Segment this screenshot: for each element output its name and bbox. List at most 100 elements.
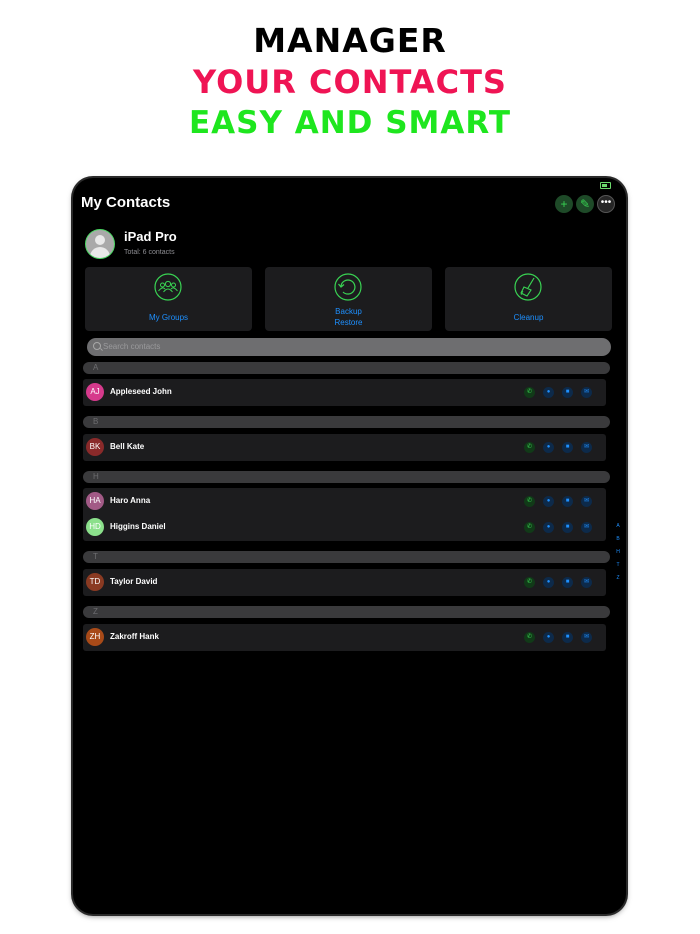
index-letter-h[interactable]: H [614, 549, 622, 562]
video-camera-icon: ■ [565, 444, 570, 450]
avatar: AJ [86, 383, 104, 401]
promo-line-2: YOUR CONTACTS [193, 63, 507, 101]
avatar: TD [86, 573, 104, 591]
section-header-h: H [83, 471, 610, 483]
contact-name: Bell Kate [110, 442, 145, 451]
contact-row[interactable]: TD Taylor David ✆ ● ■ ✉ [83, 569, 606, 595]
contact-row[interactable]: ZH Zakroff Hank ✆ ● ■ ✉ [83, 624, 606, 650]
email-button[interactable]: ✉ [581, 442, 592, 453]
call-button[interactable]: ✆ [524, 496, 535, 507]
call-button[interactable]: ✆ [524, 442, 535, 453]
my-groups-label: My Groups [148, 313, 189, 322]
call-button[interactable]: ✆ [524, 632, 535, 643]
email-button[interactable]: ✉ [581, 496, 592, 507]
backup-restore-button[interactable]: Backup Restore [265, 267, 432, 331]
call-button[interactable]: ✆ [524, 387, 535, 398]
index-letter-b[interactable]: B [614, 536, 622, 549]
contacts-total: Total: 6 contacts [124, 249, 175, 256]
promo-line-3: EASY AND SMART [189, 105, 511, 141]
add-contact-button[interactable]: + [555, 195, 573, 213]
video-call-button[interactable]: ■ [562, 522, 573, 533]
broom-icon [514, 273, 542, 301]
chat-bubble-icon: ● [546, 444, 551, 450]
video-camera-icon: ■ [565, 579, 570, 585]
email-button[interactable]: ✉ [581, 522, 592, 533]
avatar: BK [86, 438, 104, 456]
chat-bubble-icon: ● [546, 524, 551, 530]
pencil-icon: ✎ [579, 197, 591, 211]
video-camera-icon: ■ [565, 498, 570, 504]
envelope-icon: ✉ [583, 524, 590, 530]
section-z-contacts: ZH Zakroff Hank ✆ ● ■ ✉ [83, 624, 606, 651]
contact-row[interactable]: BK Bell Kate ✆ ● ■ ✉ [83, 434, 606, 460]
section-b-contacts: BK Bell Kate ✆ ● ■ ✉ [83, 434, 606, 461]
video-call-button[interactable]: ■ [562, 496, 573, 507]
promo-line-1: MANAGER [253, 21, 447, 60]
index-letter-z[interactable]: Z [614, 575, 622, 588]
app-screen: My Contacts + ✎ ••• iPad Pro Total: 6 co… [79, 178, 620, 914]
search-placeholder: Search contacts [103, 342, 161, 351]
chat-bubble-icon: ● [546, 634, 551, 640]
ipad-frame: My Contacts + ✎ ••• iPad Pro Total: 6 co… [73, 178, 626, 914]
envelope-icon: ✉ [583, 634, 590, 640]
phone-icon: ✆ [526, 498, 533, 504]
cleanup-label: Cleanup [513, 313, 544, 322]
owner-name: iPad Pro [124, 229, 177, 244]
phone-icon: ✆ [526, 444, 533, 450]
envelope-icon: ✉ [583, 579, 590, 585]
contact-row[interactable]: HA Haro Anna ✆ ● ■ ✉ [83, 488, 606, 514]
backup-restore-icon [334, 273, 362, 301]
chat-bubble-icon: ● [546, 389, 551, 395]
video-camera-icon: ■ [565, 634, 570, 640]
contact-row[interactable]: HD Higgins Daniel ✆ ● ■ ✉ [83, 514, 606, 540]
groups-icon [154, 273, 182, 301]
restore-label: Restore [334, 318, 363, 327]
video-call-button[interactable]: ■ [562, 632, 573, 643]
search-bar[interactable]: Search contacts [87, 338, 611, 356]
more-button[interactable]: ••• [597, 195, 615, 213]
call-button[interactable]: ✆ [524, 577, 535, 588]
email-button[interactable]: ✉ [581, 387, 592, 398]
phone-icon: ✆ [526, 524, 533, 530]
avatar: ZH [86, 628, 104, 646]
message-button[interactable]: ● [543, 442, 554, 453]
contact-name: Zakroff Hank [110, 632, 159, 641]
avatar: HD [86, 518, 104, 536]
message-button[interactable]: ● [543, 387, 554, 398]
envelope-icon: ✉ [583, 444, 590, 450]
chat-bubble-icon: ● [546, 498, 551, 504]
avatar: HA [86, 492, 104, 510]
ellipsis-icon: ••• [600, 197, 612, 208]
contact-name: Haro Anna [110, 496, 151, 505]
section-t-contacts: TD Taylor David ✆ ● ■ ✉ [83, 569, 606, 596]
envelope-icon: ✉ [583, 498, 590, 504]
video-call-button[interactable]: ■ [562, 577, 573, 588]
edit-button[interactable]: ✎ [576, 195, 594, 213]
contact-row[interactable]: AJ Appleseed John ✆ ● ■ ✉ [83, 379, 606, 405]
section-header-b: B [83, 416, 610, 428]
call-button[interactable]: ✆ [524, 522, 535, 533]
video-call-button[interactable]: ■ [562, 442, 573, 453]
contact-name: Higgins Daniel [110, 522, 166, 531]
message-button[interactable]: ● [543, 522, 554, 533]
message-button[interactable]: ● [543, 632, 554, 643]
email-button[interactable]: ✉ [581, 632, 592, 643]
my-groups-button[interactable]: My Groups [85, 267, 252, 331]
message-button[interactable]: ● [543, 577, 554, 588]
email-button[interactable]: ✉ [581, 577, 592, 588]
contact-name: Taylor David [110, 577, 158, 586]
section-h-contacts: HA Haro Anna ✆ ● ■ ✉ HD Higgins Daniel ✆… [83, 488, 606, 541]
section-header-a: A [83, 362, 610, 374]
cleanup-button[interactable]: Cleanup [445, 267, 612, 331]
video-camera-icon: ■ [565, 524, 570, 530]
message-button[interactable]: ● [543, 496, 554, 507]
page-title: My Contacts [81, 194, 171, 211]
index-letter-a[interactable]: A [614, 523, 622, 536]
video-call-button[interactable]: ■ [562, 387, 573, 398]
owner-avatar[interactable] [85, 229, 115, 259]
index-letter-t[interactable]: T [614, 562, 622, 575]
plus-icon: + [560, 197, 568, 211]
envelope-icon: ✉ [583, 389, 590, 395]
section-index[interactable]: A B H T Z [614, 523, 622, 588]
section-header-t: T [83, 551, 610, 563]
